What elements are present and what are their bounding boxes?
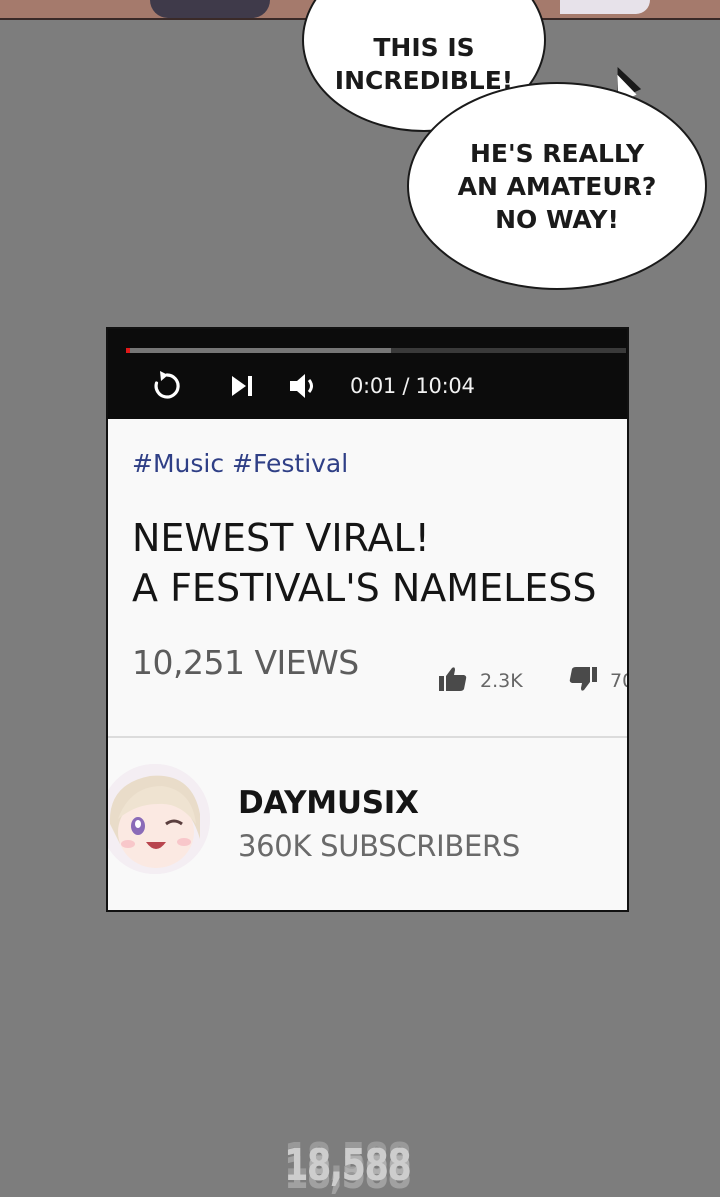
replay-button[interactable] — [150, 369, 184, 403]
panel-figure — [150, 0, 270, 18]
progress-played — [126, 348, 130, 353]
panel-figure — [560, 0, 650, 14]
replay-icon — [151, 370, 183, 402]
dislike-button[interactable]: 70 — [568, 666, 627, 696]
like-button[interactable]: 2.3K — [438, 666, 523, 696]
video-tags[interactable]: #Music #Festival — [132, 449, 348, 478]
divider — [108, 736, 627, 738]
video-title: NEWEST VIRAL! A FESTIVAL'S NAMELESS — [132, 513, 627, 613]
view-count: 10,251 VIEWS — [132, 643, 359, 682]
thumbs-down-icon — [568, 666, 598, 696]
next-button[interactable] — [228, 369, 258, 403]
progress-bar[interactable] — [126, 348, 626, 353]
next-icon — [230, 374, 256, 398]
like-count: 2.3K — [480, 670, 523, 692]
channel-avatar[interactable] — [108, 764, 210, 874]
rolling-counter: 18,588 — [284, 1140, 412, 1191]
thumbs-up-icon — [438, 666, 468, 696]
video-title-line-1: NEWEST VIRAL! — [132, 516, 430, 560]
volume-icon — [288, 372, 318, 400]
subscriber-count: 360K SUBSCRIBERS — [238, 829, 520, 863]
video-title-line-2: A FESTIVAL'S NAMELESS — [132, 566, 597, 610]
volume-button[interactable] — [286, 369, 320, 403]
playback-time: 0:01 / 10:04 — [350, 374, 475, 398]
dislike-count: 70 — [610, 670, 627, 692]
video-card: 0:01 / 10:04 #Music #Festival NEWEST VIR… — [106, 327, 629, 912]
channel-name[interactable]: DAYMUSIX — [238, 785, 419, 821]
speech-bubble-2: HE'S REALLY AN AMATEUR? NO WAY! — [407, 82, 707, 290]
video-player-controls: 0:01 / 10:04 — [108, 329, 627, 419]
progress-buffered — [126, 348, 391, 353]
